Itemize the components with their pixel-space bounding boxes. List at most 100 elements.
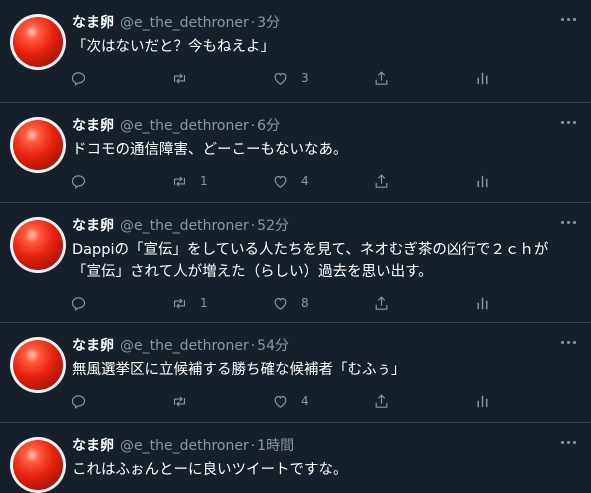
reply-icon [71,71,86,86]
display-name[interactable]: なま卵 [72,435,114,457]
retweet-button[interactable]: 1 [171,295,272,312]
tweet[interactable]: なま卵 @e_the_dethroner · 54分 無風選挙区に立候補する勝ち… [0,323,591,423]
more-icon[interactable] [561,121,577,125]
tweet-header: なま卵 @e_the_dethroner · 1時間 [72,435,575,457]
more-icon[interactable] [561,18,577,22]
heart-icon [274,175,287,188]
tweet-actions: 1 4 [70,161,575,201]
retweet-count: 1 [200,296,208,310]
timestamp[interactable]: 54分 [257,335,289,357]
analytics-icon [477,395,488,407]
like-count: 3 [301,71,309,85]
user-handle[interactable]: @e_the_dethroner [120,335,249,357]
analytics-icon [477,297,488,309]
user-handle[interactable]: @e_the_dethroner [120,435,249,457]
more-icon[interactable] [561,341,577,345]
reply-button[interactable] [70,393,171,410]
tweet-header: なま卵 @e_the_dethroner · 52分 [72,215,575,237]
user-handle[interactable]: @e_the_dethroner [120,12,249,34]
like-count: 8 [301,296,309,310]
share-button[interactable] [373,173,474,190]
tweet[interactable]: なま卵 @e_the_dethroner · 3分 「次はないだと？今もねえよ」… [0,0,591,103]
analytics-button[interactable] [474,393,575,410]
retweet-button[interactable] [171,70,272,87]
separator-dot: · [250,438,256,454]
reply-icon [71,394,86,409]
tweet-header: なま卵 @e_the_dethroner · 6分 [72,115,575,137]
reply-button[interactable] [70,70,171,87]
user-handle[interactable]: @e_the_dethroner [120,215,249,237]
user-handle[interactable]: @e_the_dethroner [120,115,249,137]
tweet-text: 無風選挙区に立候補する勝ち確な候補者「むふぅ」 [72,362,406,378]
retweet-icon [173,395,186,407]
avatar-image [13,340,63,390]
timeline-feed: なま卵 @e_the_dethroner · 3分 「次はないだと？今もねえよ」… [0,0,591,493]
display-name[interactable]: なま卵 [72,335,114,357]
retweet-icon [173,72,186,84]
retweet-button[interactable]: 1 [171,173,272,190]
reply-button[interactable] [70,173,171,190]
more-icon[interactable] [561,441,577,445]
avatar[interactable] [10,437,66,493]
avatar[interactable] [10,217,66,273]
avatar[interactable] [10,14,66,70]
timestamp[interactable]: 6分 [257,115,280,137]
tweet-actions: 4 [70,381,575,421]
avatar-image [13,440,63,490]
analytics-icon [477,175,488,187]
tweet[interactable]: なま卵 @e_the_dethroner · 1時間 これはふぉんとーに良いツイ… [0,423,591,493]
avatar[interactable] [10,117,66,173]
heart-icon [274,395,287,408]
heart-icon [274,72,287,85]
retweet-icon [173,175,186,187]
like-button[interactable]: 8 [272,295,373,312]
reply-icon [71,296,86,311]
timestamp[interactable]: 52分 [257,215,289,237]
like-count: 4 [301,394,309,408]
tweet-text: ドコモの通信障害、どーこーもないなあ。 [72,142,348,158]
tweet-actions: 1 8 [70,283,575,323]
avatar[interactable] [10,337,66,393]
tweet-text: Dappiの「宣伝」をしている人たちを見て、ネオむぎ茶の凶行で２ｃｈが「宣伝」さ… [72,242,549,280]
tweet[interactable]: なま卵 @e_the_dethroner · 6分 ドコモの通信障害、どーこーも… [0,103,591,203]
timestamp[interactable]: 1時間 [257,435,294,457]
display-name[interactable]: なま卵 [72,12,114,34]
retweet-icon [173,297,186,309]
analytics-button[interactable] [474,173,575,190]
separator-dot: · [250,15,256,31]
like-count: 4 [301,174,309,188]
share-button[interactable] [373,393,474,410]
like-button[interactable]: 4 [272,173,373,190]
reply-button[interactable] [70,295,171,312]
retweet-count: 1 [200,174,208,188]
avatar-image [13,17,63,67]
tweet[interactable]: なま卵 @e_the_dethroner · 52分 Dappiの「宣伝」をして… [0,203,591,323]
share-icon [375,173,388,188]
heart-icon [274,297,287,310]
like-button[interactable]: 3 [272,70,373,87]
tweet-text: これはふぉんとーに良いツイートですな。 [72,462,348,478]
share-icon [375,70,388,85]
separator-dot: · [250,218,256,234]
analytics-icon [477,72,488,84]
tweet-text: 「次はないだと？今もねえよ」 [72,39,275,55]
avatar-image [13,120,63,170]
analytics-button[interactable] [474,70,575,87]
separator-dot: · [250,338,256,354]
timestamp[interactable]: 3分 [257,12,280,34]
retweet-button[interactable] [171,393,272,410]
separator-dot: · [250,118,256,134]
share-button[interactable] [373,295,474,312]
tweet-header: なま卵 @e_the_dethroner · 3分 [72,12,575,34]
share-icon [375,295,388,310]
reply-icon [71,174,86,189]
share-icon [375,393,388,408]
avatar-image [13,220,63,270]
share-button[interactable] [373,70,474,87]
tweet-actions: 3 [70,58,575,98]
display-name[interactable]: なま卵 [72,215,114,237]
more-icon[interactable] [561,221,577,225]
analytics-button[interactable] [474,295,575,312]
display-name[interactable]: なま卵 [72,115,114,137]
like-button[interactable]: 4 [272,393,373,410]
